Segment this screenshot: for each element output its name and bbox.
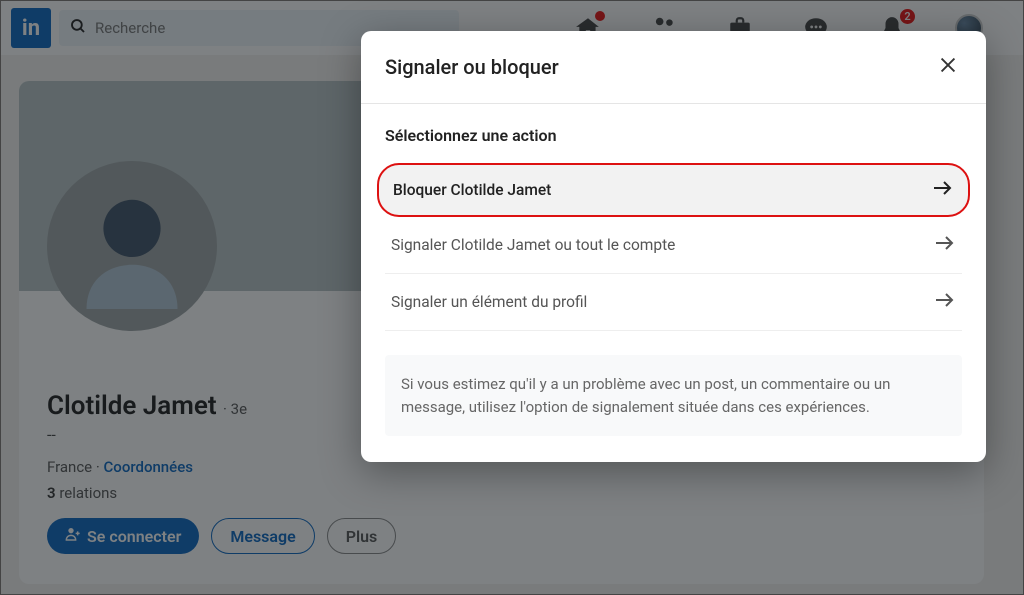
- close-icon: [937, 54, 959, 80]
- info-box: Si vous estimez qu'il y a un problème av…: [385, 355, 962, 436]
- arrow-right-icon: [932, 288, 956, 316]
- option-report-item[interactable]: Signaler un élément du profil: [385, 274, 962, 331]
- arrow-right-icon: [932, 231, 956, 259]
- modal-header: Signaler ou bloquer: [361, 31, 986, 104]
- option-block[interactable]: Bloquer Clotilde Jamet: [377, 163, 970, 217]
- report-block-modal: Signaler ou bloquer Sélectionnez une act…: [361, 31, 986, 462]
- option-block-label: Bloquer Clotilde Jamet: [393, 181, 551, 199]
- option-report-item-label: Signaler un élément du profil: [391, 293, 587, 311]
- close-button[interactable]: [934, 53, 962, 81]
- option-report-account[interactable]: Signaler Clotilde Jamet ou tout le compt…: [385, 217, 962, 274]
- modal-body: Sélectionnez une action Bloquer Clotilde…: [361, 104, 986, 462]
- arrow-right-icon: [930, 176, 954, 204]
- modal-title: Signaler ou bloquer: [385, 55, 559, 79]
- option-report-account-label: Signaler Clotilde Jamet ou tout le compt…: [391, 236, 675, 254]
- modal-subtitle: Sélectionnez une action: [385, 126, 962, 145]
